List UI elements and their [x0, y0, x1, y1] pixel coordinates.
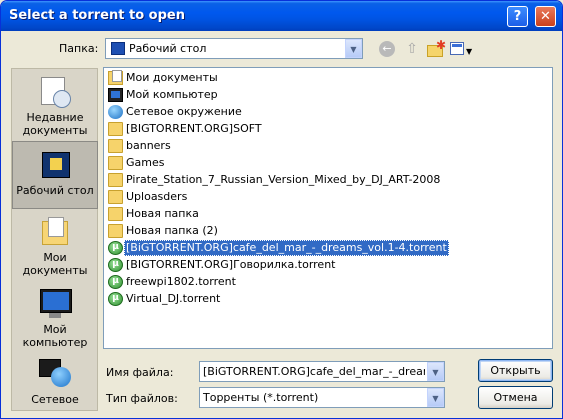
list-item-label: Pirate_Station_7_Russian_Version_Mixed_b… [126, 173, 441, 186]
place-label: компьютер [22, 336, 88, 349]
network-icon [108, 105, 123, 119]
file-type-label: Тип файлов: [106, 392, 178, 405]
cancel-button[interactable]: Отмена [478, 386, 553, 409]
desktop-icon [111, 42, 125, 55]
my-computer-icon [108, 88, 123, 102]
list-item-label: freewpi1802.torrent [126, 275, 236, 288]
folder-icon [108, 139, 123, 153]
up-folder-icon[interactable]: ⇧ [403, 40, 421, 58]
view-menu-icon[interactable]: ▼ [450, 40, 474, 58]
look-in-label: Папка: [59, 42, 99, 55]
torrent-file-icon: μ [108, 292, 123, 306]
place-recent-documents[interactable]: Недавние документы [12, 77, 98, 139]
recent-documents-icon [39, 77, 71, 108]
place-label: Мои документы [22, 251, 88, 277]
close-button[interactable]: ✕ [535, 6, 556, 27]
folder-icon [108, 190, 123, 204]
file-name-input[interactable] [203, 364, 425, 379]
list-item-label: Новая папка [126, 207, 199, 220]
file-list[interactable]: Мои документы Мой компьютер Сетевое окруже… [103, 67, 553, 349]
place-my-computer[interactable]: Мой компьютер [12, 289, 98, 351]
list-item-label: Virtual_DJ.torrent [126, 292, 221, 305]
file-name-label: Имя файла: [106, 366, 174, 379]
open-dialog: Select a torrent to open ? ✕ Папка: Рабо… [0, 0, 563, 419]
list-item-label: banners [126, 139, 171, 152]
place-desktop[interactable]: Рабочий стол [12, 141, 98, 209]
list-item-label: Сетевое окружение [126, 105, 242, 118]
desktop-icon [39, 150, 71, 180]
place-network[interactable]: Сетевое [12, 359, 98, 409]
folder-icon [108, 156, 123, 170]
list-item-label: Games [126, 156, 165, 169]
torrent-file-icon: μ [108, 275, 123, 289]
place-label: Сетевое [31, 393, 79, 406]
list-item-label: Мои документы [126, 71, 218, 84]
file-type-value: Торренты (*.torrent) [203, 391, 319, 404]
folder-icon [108, 207, 123, 221]
open-button[interactable]: Открыть [478, 359, 553, 382]
list-item-label: Uploasders [126, 190, 188, 203]
torrent-file-icon: μ [108, 241, 123, 255]
list-item-label: [BIGTORRENT.ORG]Говорилка.torrent [126, 258, 336, 271]
list-item-label: [BIGTORRENT.ORG]SOFT [126, 122, 262, 135]
places-bar: Недавние документы Рабочий стол Мои доку… [11, 68, 98, 411]
folder-icon [108, 122, 123, 136]
title-bar[interactable]: Select a torrent to open ? ✕ [1, 1, 562, 31]
file-name-combo[interactable]: ▼ [199, 361, 445, 382]
window-title: Select a torrent to open [9, 8, 185, 23]
place-label: документы [22, 124, 88, 137]
back-icon[interactable]: ← [379, 41, 395, 57]
my-documents-icon [39, 217, 71, 247]
chevron-down-icon[interactable]: ▼ [345, 39, 362, 58]
network-icon [39, 359, 71, 389]
place-label: Недавние [26, 111, 84, 124]
help-button[interactable]: ? [507, 6, 528, 27]
chevron-down-icon[interactable]: ▼ [427, 388, 444, 407]
place-my-documents[interactable]: Мои документы [12, 217, 98, 277]
file-type-select[interactable]: Торренты (*.torrent) ▼ [199, 387, 445, 408]
list-item-label: [BiGTORRENT.ORG]cafe_del_mar_-_dreams_vo… [124, 240, 449, 256]
torrent-file-icon: μ [108, 258, 123, 272]
my-computer-icon [39, 289, 72, 319]
folder-icon [108, 173, 123, 187]
my-documents-icon [108, 70, 123, 85]
list-item-label: Новая папка (2) [126, 224, 218, 237]
folder-icon [108, 224, 123, 238]
chevron-down-icon[interactable]: ▼ [427, 362, 444, 381]
new-folder-icon[interactable]: ✱ [426, 38, 446, 58]
list-item-label: Мой компьютер [126, 88, 218, 101]
place-label: Рабочий стол [16, 184, 94, 197]
place-label: Мой [43, 323, 67, 336]
look-in-value: Рабочий стол [129, 42, 207, 55]
look-in-dropdown[interactable]: Рабочий стол ▼ [105, 38, 363, 59]
